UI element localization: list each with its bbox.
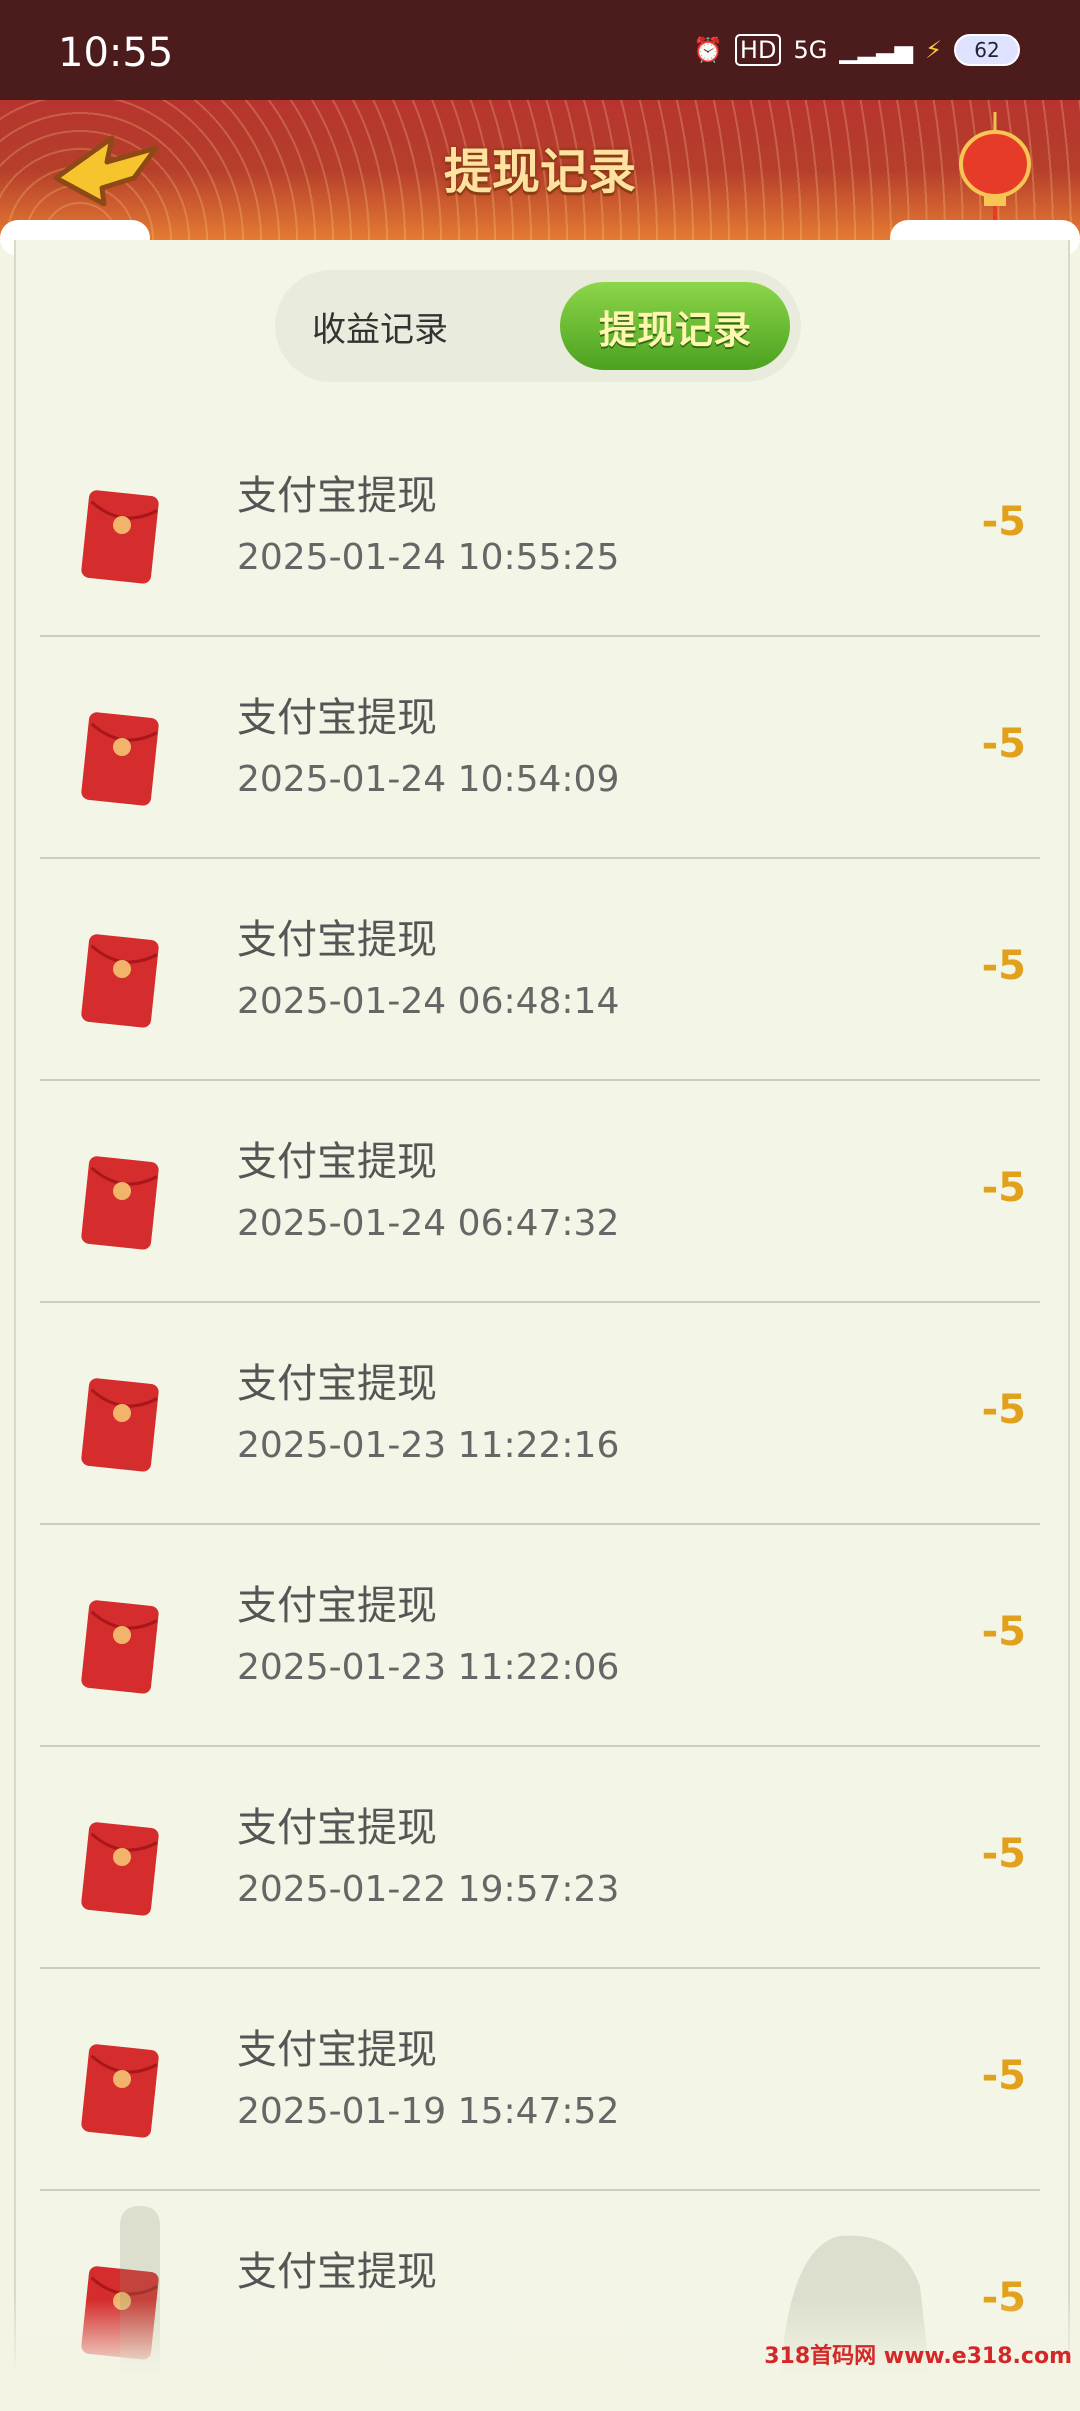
record-title: 支付宝提现	[237, 1361, 437, 1407]
record-amount: -5	[981, 1831, 1026, 1877]
app-header: 提现记录	[0, 100, 1080, 240]
record-amount: -5	[981, 2053, 1026, 2099]
record-amount: -5	[981, 1609, 1026, 1655]
record-time: 2025-01-24 06:48:14	[237, 981, 620, 1022]
record-time: 2025-01-22 19:57:23	[237, 1869, 620, 1910]
record-row: 支付宝提现 2025-01-23 11:22:06 -5	[40, 1525, 1040, 1747]
record-amount: -5	[981, 499, 1026, 545]
charging-icon: ⚡	[925, 36, 942, 64]
alarm-icon: ⏰	[693, 36, 723, 64]
red-envelope-icon	[81, 934, 159, 1028]
record-row: 支付宝提现 2025-01-24 06:47:32 -5	[40, 1081, 1040, 1303]
status-icons: ⏰ HD 5G ▁▂▃▅ ⚡ 62	[693, 34, 1020, 66]
record-tabs: 收益记录 提现记录	[275, 270, 801, 382]
status-time: 10:55	[58, 30, 174, 76]
record-title: 支付宝提现	[237, 2027, 437, 2073]
record-row: 支付宝提现 2025-01-24 10:55:25 -5	[40, 415, 1040, 637]
record-title: 支付宝提现	[237, 1583, 437, 1629]
record-title: 支付宝提现	[237, 917, 437, 963]
red-envelope-icon	[81, 1600, 159, 1694]
record-title: 支付宝提现	[237, 1139, 437, 1185]
tab-withdraw-records[interactable]: 提现记录	[560, 282, 790, 370]
record-time: 2025-01-24 10:55:25	[237, 537, 620, 578]
withdraw-record-list: 支付宝提现 2025-01-24 10:55:25 -5 支付宝提现 2025-…	[40, 415, 1040, 2411]
record-row: 支付宝提现 2025-01-24 10:54:09 -5	[40, 637, 1040, 859]
record-amount: -5	[981, 1387, 1026, 1433]
red-envelope-icon	[81, 1378, 159, 1472]
record-title: 支付宝提现	[237, 473, 437, 519]
red-envelope-icon	[81, 1822, 159, 1916]
record-row: 支付宝提现 2025-01-24 06:48:14 -5	[40, 859, 1040, 1081]
red-envelope-icon	[81, 1156, 159, 1250]
record-title: 支付宝提现	[237, 1805, 437, 1851]
lantern-icon	[959, 112, 1031, 220]
signal-icon: ▁▂▃▅	[839, 36, 914, 64]
record-time: 2025-01-19 15:47:52	[237, 2091, 620, 2132]
record-amount: -5	[981, 943, 1026, 989]
tab-income-records[interactable]: 收益记录	[295, 282, 465, 370]
status-bar: 10:55 ⏰ HD 5G ▁▂▃▅ ⚡ 62	[0, 0, 1080, 100]
page-title: 提现记录	[443, 144, 636, 200]
record-amount: -5	[981, 1165, 1026, 1211]
record-row: 支付宝提现 2025-01-22 19:57:23 -5	[40, 1747, 1040, 1969]
record-time: 2025-01-23 11:22:16	[237, 1425, 620, 1466]
red-envelope-icon	[81, 712, 159, 806]
record-title: 支付宝提现	[237, 695, 437, 741]
watermark-text: 318首码网 www.e318.com	[764, 2344, 1072, 2369]
record-time: 2025-01-23 11:22:06	[237, 1647, 620, 1688]
record-amount: -5	[981, 721, 1026, 767]
record-time: 2025-01-24 06:47:32	[237, 1203, 620, 1244]
red-envelope-icon	[81, 2044, 159, 2138]
record-row: 支付宝提现 2025-01-23 11:22:16 -5	[40, 1303, 1040, 1525]
hd-icon: HD	[734, 34, 782, 66]
battery-icon: 62	[954, 34, 1020, 66]
record-time: 2025-01-24 10:54:09	[237, 759, 620, 800]
red-envelope-icon	[81, 490, 159, 584]
network-icon: 5G	[793, 36, 828, 64]
